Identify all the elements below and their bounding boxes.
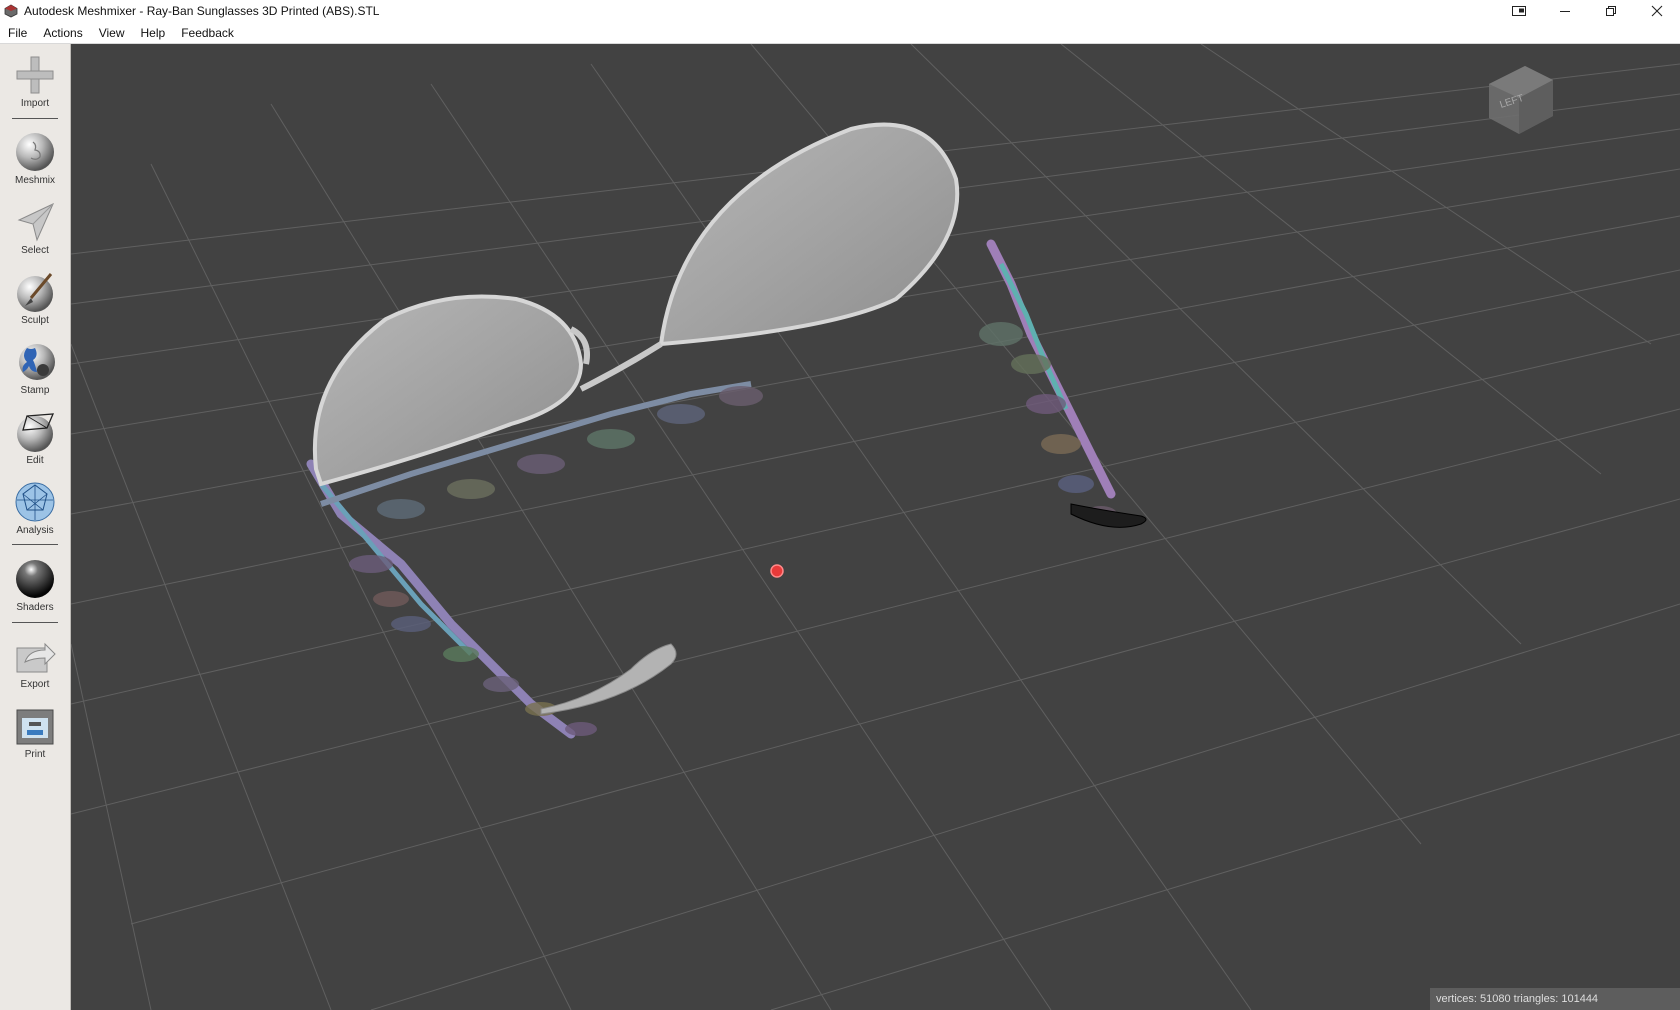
close-icon xyxy=(1651,5,1663,17)
mesh-sphere-icon xyxy=(15,482,55,522)
shader-sphere-icon xyxy=(16,560,54,598)
menu-file[interactable]: File xyxy=(0,26,35,40)
stamp-sphere-icon xyxy=(19,344,55,380)
sculpt-tool-button[interactable]: Sculpt xyxy=(0,265,70,331)
meshmix-label: Meshmix xyxy=(14,175,55,186)
meshmix-tool-button[interactable]: Meshmix xyxy=(0,125,70,191)
mesh-stats-status: vertices: 51080 triangles: 101444 xyxy=(1430,988,1680,1010)
analysis-tool-button[interactable]: Analysis xyxy=(0,475,70,541)
select-tool-button[interactable]: Select xyxy=(0,195,70,261)
tool-panel: Import Meshmix Select Sculpt Stamp Edit … xyxy=(0,44,71,1010)
fullscreen-toggle-button[interactable] xyxy=(1496,0,1542,22)
menu-view[interactable]: View xyxy=(91,26,133,40)
export-tool-button[interactable]: Export xyxy=(0,629,70,695)
minimize-button[interactable] xyxy=(1542,0,1588,22)
import-tool-button[interactable]: Import xyxy=(0,48,70,114)
view-cube: LEFT xyxy=(1489,66,1553,134)
scene-canvas: LEFT xyxy=(71,44,1680,1010)
brush-sphere-icon xyxy=(17,273,53,312)
print-tool-button[interactable]: Print xyxy=(0,699,70,765)
arrow-cursor-icon xyxy=(17,202,55,242)
sculpt-label: Sculpt xyxy=(21,315,49,326)
meshmixer-logo-icon xyxy=(4,4,18,18)
menu-feedback[interactable]: Feedback xyxy=(173,26,242,40)
select-label: Select xyxy=(21,245,49,256)
shaders-label: Shaders xyxy=(16,602,54,613)
menu-actions[interactable]: Actions xyxy=(35,26,90,40)
restore-button[interactable] xyxy=(1588,0,1634,22)
restore-icon xyxy=(1606,6,1616,16)
print-label: Print xyxy=(24,749,46,760)
edit-tool-button[interactable]: Edit xyxy=(0,405,70,471)
analysis-label: Analysis xyxy=(16,525,54,536)
export-icon xyxy=(16,642,56,673)
title-bar: Autodesk Meshmixer - Ray-Ban Sunglasses … xyxy=(0,0,1680,22)
window-title: Autodesk Meshmixer - Ray-Ban Sunglasses … xyxy=(24,4,380,18)
edit-sphere-icon xyxy=(17,413,55,452)
shaders-tool-button[interactable]: Shaders xyxy=(0,552,70,618)
plus-icon xyxy=(16,56,54,94)
window-controls xyxy=(1496,0,1680,22)
export-label: Export xyxy=(20,679,50,690)
pivot-point xyxy=(770,564,784,578)
3d-viewport[interactable]: LEFT vertices: 51080 triangles: 101444 xyxy=(71,44,1680,1010)
left-temple-supports xyxy=(306,459,677,739)
stamp-label: Stamp xyxy=(20,385,50,396)
toolbar-divider xyxy=(12,118,58,119)
bunny-sphere-icon xyxy=(16,133,54,171)
3d-printer-icon xyxy=(16,709,54,745)
menu-help[interactable]: Help xyxy=(133,26,174,40)
minimize-icon xyxy=(1560,11,1570,12)
sunglasses-model xyxy=(312,122,960,487)
edit-label: Edit xyxy=(26,455,44,466)
stamp-tool-button[interactable]: Stamp xyxy=(0,335,70,401)
menu-bar: File Actions View Help Feedback xyxy=(0,22,1680,44)
import-label: Import xyxy=(20,98,50,109)
close-button[interactable] xyxy=(1634,0,1680,22)
toolbar-divider xyxy=(12,622,58,623)
fullscreen-icon xyxy=(1512,6,1526,16)
toolbar-divider xyxy=(12,544,58,545)
